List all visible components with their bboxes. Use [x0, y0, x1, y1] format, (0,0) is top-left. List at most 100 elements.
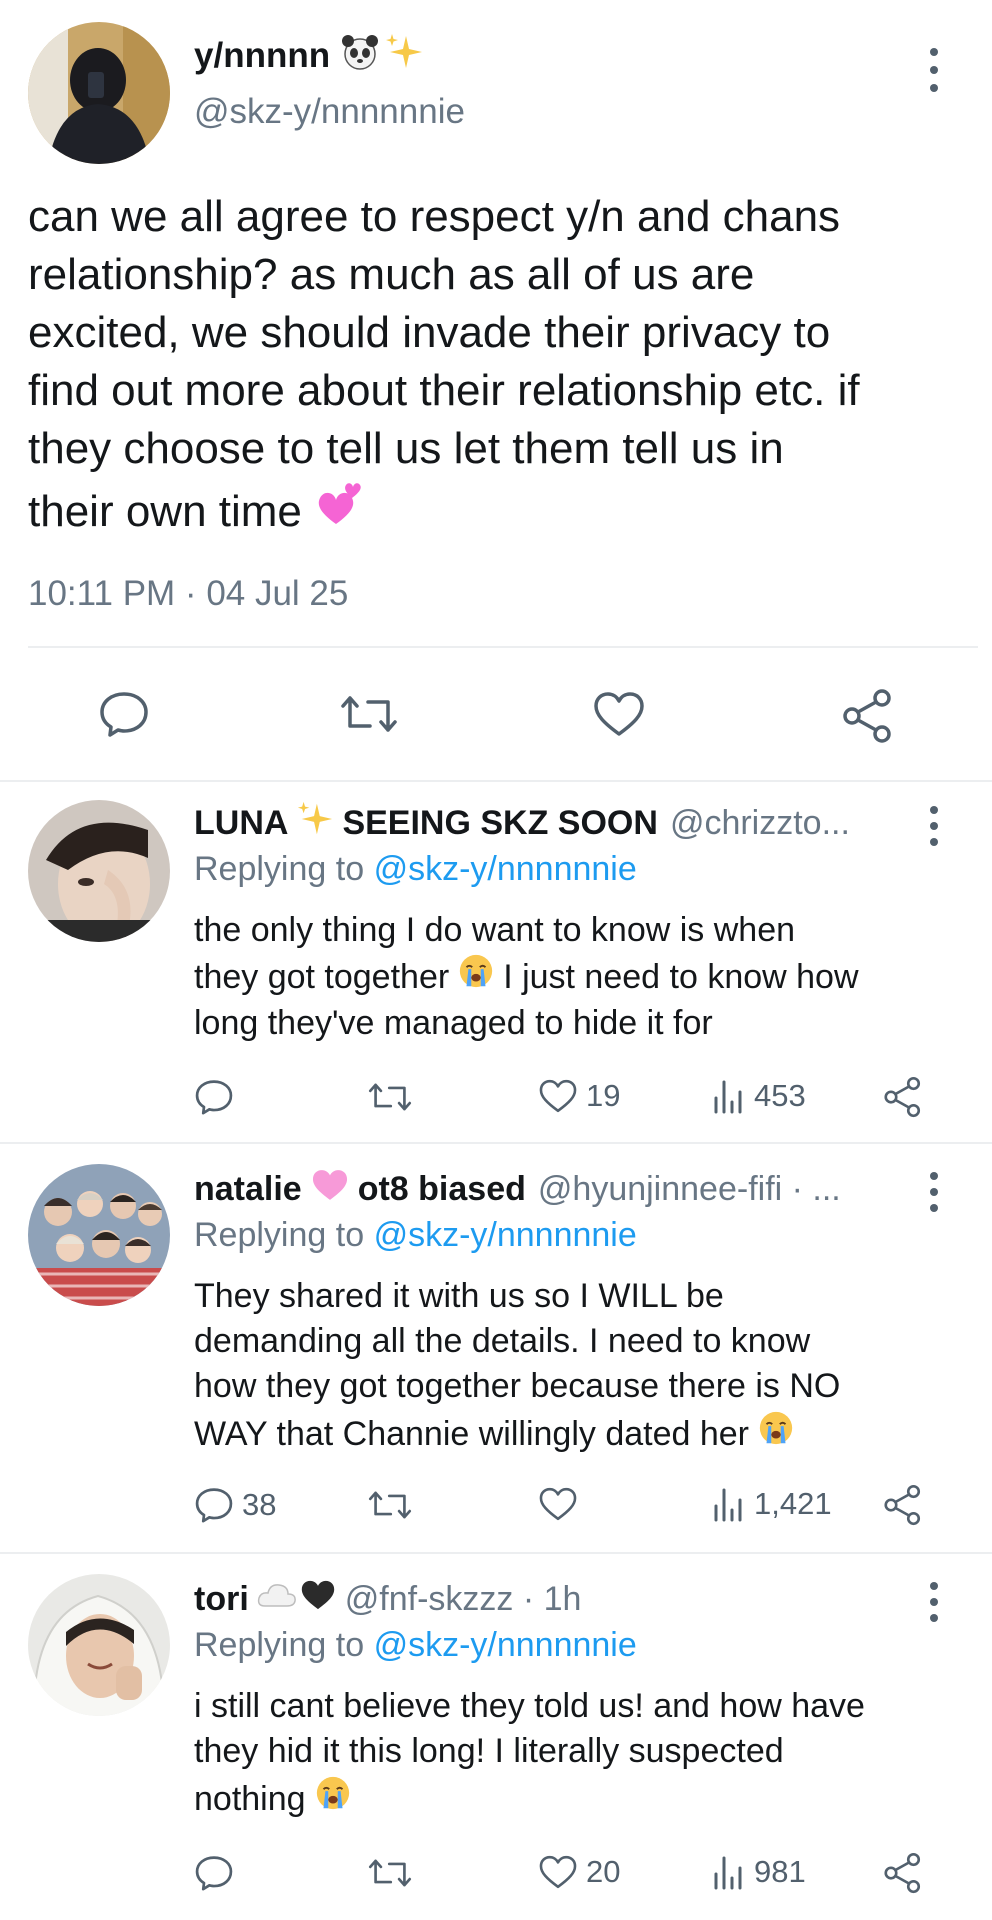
- sparkles-emoji: [384, 32, 424, 81]
- reply-text-line: how they got together because there is N…: [194, 1367, 841, 1405]
- reply-text-line-with-emoji: WAY that Channie willingly dated her: [194, 1409, 984, 1459]
- reply-3-text: i still cant believe they told us! and h…: [194, 1684, 984, 1824]
- like-count: 19: [586, 1078, 621, 1113]
- reply-text-line: i still cant believe they told us! and h…: [194, 1687, 865, 1725]
- reply-2-views-button[interactable]: 1,421: [712, 1486, 832, 1522]
- retweet-icon: [341, 696, 397, 732]
- views-icon: [714, 1488, 742, 1522]
- comment-icon: [100, 692, 148, 737]
- main-post-handle[interactable]: @skz-y/nnnnnnie: [194, 92, 465, 132]
- pink-heart-emoji: [310, 1167, 350, 1212]
- reply-3-retweet-button[interactable]: [368, 1856, 412, 1890]
- share-icon: [884, 1076, 921, 1118]
- main-post-text-line: their own time: [28, 486, 302, 536]
- heart-icon: [539, 1487, 577, 1521]
- replying-to-label: Replying to: [194, 850, 365, 888]
- reply-3-display-name[interactable]: tori: [194, 1580, 249, 1619]
- reply-1-retweet-button[interactable]: [368, 1080, 412, 1114]
- reply-2-replying-to: Replying to @skz-y/nnnnnnie: [194, 1216, 637, 1255]
- two-hearts-emoji: [314, 478, 366, 545]
- views-icon: [714, 1080, 742, 1114]
- replying-to-handle-link[interactable]: @skz-y/nnnnnnie: [374, 1216, 637, 1254]
- black-heart-emoji: [299, 1578, 337, 1621]
- retweet-icon: [368, 1491, 412, 1519]
- main-post-timestamp: 10:11 PM · 04 Jul 25: [28, 574, 349, 613]
- reply-1-views-button[interactable]: 453: [712, 1078, 806, 1114]
- reply-2-share-button[interactable]: [882, 1484, 924, 1526]
- main-post-more-button[interactable]: [922, 48, 946, 92]
- reply-2-text: They shared it with us so I WILL be dema…: [194, 1274, 984, 1459]
- comment-icon: [195, 1080, 233, 1115]
- reply-text-segment: they got together: [194, 957, 450, 996]
- main-retweet-button[interactable]: [340, 692, 398, 736]
- comment-icon: [195, 1488, 233, 1523]
- reply-3-header: tori @fnf-skzzz · 1h: [194, 1574, 581, 1624]
- reply-1-avatar[interactable]: [28, 800, 170, 942]
- reply-3-share-button[interactable]: [882, 1852, 924, 1894]
- main-post-text-line: find out more about their relationship e…: [28, 366, 860, 415]
- replying-to-handle-link[interactable]: @skz-y/nnnnnnie: [374, 1626, 637, 1664]
- panda-emoji: [340, 32, 380, 81]
- reply-3-more-button[interactable]: [922, 1582, 946, 1622]
- comment-icon: [195, 1856, 233, 1891]
- reply-1-text: the only thing I do want to know is when…: [194, 908, 984, 1045]
- reply-2-more-button[interactable]: [922, 1172, 946, 1212]
- reply-3-handle[interactable]: @fnf-skzzz · 1h: [345, 1580, 582, 1619]
- main-post-text-line: relationship? as much as all of us are: [28, 250, 755, 299]
- reply-1-more-button[interactable]: [922, 806, 946, 846]
- reply-2-header: natalie ot8 biased @hyunjinnee-fifi · ..…: [194, 1164, 841, 1214]
- main-post-name-row: y/nnnnn: [194, 30, 424, 82]
- reply-1-header: LUNA SEEING SKZ SOON @chrizzto...: [194, 798, 850, 848]
- main-post-text-line: excited, we should invade their privacy …: [28, 308, 831, 357]
- reply-text-segment: I just need to know how: [503, 957, 859, 996]
- section-divider: [0, 780, 992, 782]
- reply-1-display-name-suffix[interactable]: SEEING SKZ SOON: [342, 804, 658, 843]
- like-count: 20: [586, 1854, 621, 1889]
- reply-1-like-button[interactable]: 19: [538, 1078, 620, 1114]
- reply-2-display-name-suffix[interactable]: ot8 biased: [358, 1170, 526, 1209]
- section-divider: [0, 1552, 992, 1554]
- reply-count: 38: [242, 1487, 277, 1522]
- reply-text-line-with-emoji: nothing: [194, 1774, 984, 1824]
- main-reply-button[interactable]: [98, 690, 150, 738]
- loudly-crying-emoji: [757, 1409, 795, 1459]
- retweet-icon: [368, 1859, 412, 1887]
- replying-to-handle-link[interactable]: @skz-y/nnnnnnie: [374, 850, 637, 888]
- share-icon: [884, 1852, 921, 1894]
- reply-text-line-with-emoji: they got together I just need to know ho…: [194, 952, 984, 1001]
- reply-1-reply-button[interactable]: [194, 1078, 242, 1116]
- main-share-button[interactable]: [840, 688, 896, 744]
- reply-1-handle[interactable]: @chrizzto...: [670, 804, 850, 843]
- main-post-display-name[interactable]: y/nnnnn: [194, 36, 330, 76]
- reply-3-like-button[interactable]: 20: [538, 1854, 620, 1890]
- view-count: 981: [754, 1854, 806, 1889]
- reply-2-retweet-button[interactable]: [368, 1488, 412, 1522]
- reply-3-avatar[interactable]: [28, 1574, 170, 1716]
- main-post-divider: [28, 646, 978, 648]
- main-post-avatar[interactable]: [28, 22, 170, 164]
- heart-icon: [539, 1079, 577, 1113]
- reply-2-avatar[interactable]: [28, 1164, 170, 1306]
- cloud-emoji: [257, 1580, 297, 1619]
- reply-2-reply-button[interactable]: 38: [194, 1486, 276, 1524]
- heart-icon: [594, 692, 644, 736]
- reply-3-replying-to: Replying to @skz-y/nnnnnnie: [194, 1626, 637, 1665]
- reply-2-handle[interactable]: @hyunjinnee-fifi · ...: [538, 1170, 841, 1209]
- reply-3-reply-button[interactable]: [194, 1854, 242, 1892]
- reply-1-display-name[interactable]: LUNA: [194, 804, 288, 843]
- reply-1-replying-to: Replying to @skz-y/nnnnnnie: [194, 850, 637, 889]
- reply-1-share-button[interactable]: [882, 1076, 924, 1118]
- reply-text-line: They shared it with us so I WILL be: [194, 1277, 724, 1315]
- main-like-button[interactable]: [592, 690, 646, 738]
- main-post-text-last: their own time: [28, 478, 988, 545]
- reply-text-line: demanding all the details. I need to kno…: [194, 1322, 811, 1360]
- reply-text-segment: nothing: [194, 1779, 306, 1818]
- reply-text-line: they hid it this long! I literally suspe…: [194, 1732, 784, 1770]
- reply-text-segment: WAY that Channie willingly dated her: [194, 1414, 750, 1453]
- main-post-text: can we all agree to respect y/n and chan…: [28, 188, 988, 545]
- reply-text-line: the only thing I do want to know is when: [194, 911, 796, 949]
- reply-2-display-name[interactable]: natalie: [194, 1170, 302, 1209]
- reply-3-views-button[interactable]: 981: [712, 1854, 806, 1890]
- reply-2-like-button[interactable]: [538, 1486, 586, 1522]
- section-divider: [0, 1142, 992, 1144]
